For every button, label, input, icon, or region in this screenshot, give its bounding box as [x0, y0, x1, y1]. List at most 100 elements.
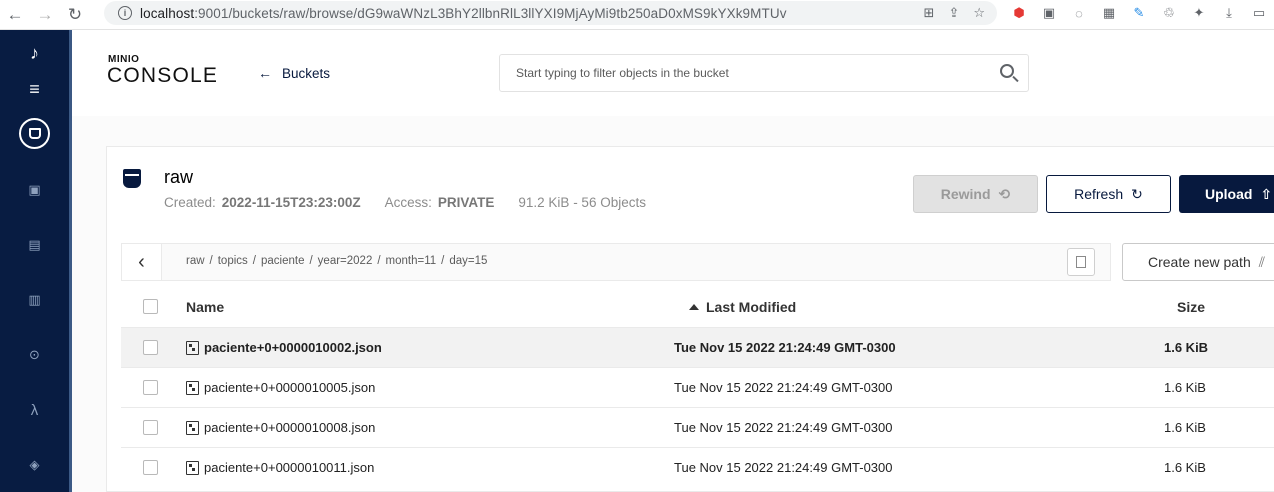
- access-value: PRIVATE: [437, 195, 495, 210]
- breadcrumb: ‹ raw / topics / paciente / year=2022/month=11…: [121, 243, 1111, 281]
- back-link-label: Buckets: [282, 65, 331, 81]
- file-size: 1.6 KiB: [1164, 420, 1206, 435]
- table-row[interactable]: paciente+0+0000010008.json Tue Nov 15 20…: [121, 407, 1274, 447]
- breadcrumb-path: raw / topics / paciente / year=2022/month=11/d…: [186, 255, 488, 267]
- menu-icon[interactable]: ≡: [0, 74, 69, 104]
- adblock-extension-icon[interactable]: ⬢: [1010, 4, 1028, 22]
- diagnostics-icon[interactable]: ⊙: [0, 340, 69, 370]
- reload-icon[interactable]: ↻: [60, 0, 90, 30]
- created-value: 2022-11-15T23:23:00Z: [221, 195, 361, 210]
- rewind-label: Rewind: [940, 186, 991, 202]
- bucket-icon: [123, 169, 141, 188]
- feather-extension-icon[interactable]: ✎: [1130, 4, 1148, 22]
- identity-icon[interactable]: ▣: [0, 175, 69, 205]
- table-header: Name Last Modified Size: [121, 287, 1274, 325]
- bookmark-star-icon[interactable]: ☆: [973, 5, 985, 21]
- forward-arrow-icon[interactable]: →: [30, 0, 60, 30]
- tiers-icon[interactable]: ◈: [0, 450, 69, 480]
- back-arrow-icon[interactable]: ←: [0, 0, 30, 30]
- row-checkbox[interactable]: [143, 380, 158, 395]
- upload-button[interactable]: Upload ⇧: [1179, 175, 1274, 213]
- new-folder-icon: ⫽: [1258, 253, 1265, 270]
- left-sidebar: ♪ ≡ ▣ ▤ ▥ ⊙ λ ◈: [0, 30, 72, 492]
- minio-bird-logo-icon[interactable]: ♪: [0, 38, 69, 68]
- created-label: Created:: [164, 195, 216, 210]
- file-icon: [186, 340, 199, 355]
- table-row[interactable]: paciente+0+0000010002.json Tue Nov 15 20…: [121, 327, 1274, 367]
- search-input[interactable]: [516, 66, 976, 80]
- access-label: Access:: [384, 195, 432, 210]
- sidebar-toggle-icon[interactable]: ▭: [1250, 4, 1268, 22]
- history-icon: ⟲: [998, 185, 1011, 202]
- copy-path-button[interactable]: [1067, 248, 1095, 276]
- copy-icon: [1076, 256, 1086, 268]
- extension-icon[interactable]: ◌: [1070, 4, 1088, 22]
- object-filter-search[interactable]: [499, 54, 1029, 92]
- address-bar[interactable]: i localhost:9001/buckets/raw/browse/dG9w…: [104, 1, 997, 25]
- refresh-label: Refresh: [1074, 186, 1124, 202]
- file-size: 1.6 KiB: [1164, 460, 1206, 475]
- modified-header-label: Last Modified: [706, 299, 797, 315]
- app-header: MINIO CONSOLE ← Buckets: [72, 30, 1274, 116]
- logo-console: CONSOLE: [107, 64, 219, 87]
- breadcrumb-item[interactable]: raw: [186, 255, 205, 267]
- url-text: localhost:9001/buckets/raw/browse/dG9waW…: [140, 5, 787, 21]
- upload-icon: ⇧: [1260, 185, 1273, 202]
- browser-toolbar: ← → ↻ i localhost:9001/buckets/raw/brows…: [0, 0, 1274, 30]
- monitoring-icon[interactable]: ▥: [0, 285, 69, 315]
- site-info-icon[interactable]: i: [118, 6, 132, 20]
- breadcrumb-item[interactable]: year=2022: [318, 255, 373, 267]
- back-arrow-icon: ←: [258, 65, 272, 81]
- last-modified: Tue Nov 15 2022 21:24:49 GMT-0300: [674, 460, 893, 475]
- column-name-header[interactable]: Name: [186, 299, 224, 315]
- file-icon: [186, 460, 199, 475]
- puzzle-extensions-icon[interactable]: ✦: [1190, 4, 1208, 22]
- breadcrumb-item[interactable]: month=11: [386, 255, 437, 267]
- bucket-usage: 91.2 KiB - 56 Objects: [518, 195, 646, 210]
- file-name: paciente+0+0000010005.json: [204, 380, 376, 395]
- file-icon: [186, 380, 199, 395]
- breadcrumb-back-chevron-icon[interactable]: ‹: [122, 244, 162, 280]
- access-icon[interactable]: ▤: [0, 230, 69, 260]
- search-icon[interactable]: [1000, 64, 1014, 78]
- file-name: paciente+0+0000010002.json: [204, 340, 382, 355]
- row-checkbox[interactable]: [143, 460, 158, 475]
- refresh-button[interactable]: Refresh ↻: [1046, 175, 1171, 213]
- row-checkbox[interactable]: [143, 340, 158, 355]
- lambda-icon[interactable]: λ: [0, 395, 69, 425]
- qr-code-icon[interactable]: ▦: [1100, 4, 1118, 22]
- back-to-buckets-link[interactable]: ← Buckets: [258, 65, 330, 81]
- table-row[interactable]: paciente+0+0000010005.json Tue Nov 15 20…: [121, 367, 1274, 407]
- breadcrumb-item[interactable]: paciente: [261, 255, 304, 267]
- breadcrumb-item[interactable]: day=15: [449, 255, 487, 267]
- row-checkbox[interactable]: [143, 420, 158, 435]
- table-row[interactable]: paciente+0+0000010011.json Tue Nov 15 20…: [121, 447, 1274, 487]
- refresh-icon: ↻: [1131, 185, 1143, 202]
- sort-ascending-icon: [689, 304, 699, 310]
- breadcrumb-item[interactable]: topics: [218, 255, 248, 267]
- new-path-label: Create new path: [1148, 254, 1251, 270]
- file-icon: [186, 420, 199, 435]
- bucket-name: raw: [164, 167, 194, 187]
- bucket-meta: Created: 2022-11-15T23:23:00Z Access: PR…: [164, 195, 646, 210]
- last-modified: Tue Nov 15 2022 21:24:49 GMT-0300: [674, 380, 893, 395]
- recycle-extension-icon[interactable]: ♲: [1160, 4, 1178, 22]
- rewind-button[interactable]: Rewind ⟲: [913, 175, 1038, 213]
- download-icon[interactable]: ⤓: [1220, 4, 1238, 22]
- translate-icon[interactable]: ⊞: [924, 5, 935, 21]
- share-icon[interactable]: ⇪: [948, 5, 959, 21]
- file-size: 1.6 KiB: [1164, 380, 1206, 395]
- upload-label: Upload: [1205, 186, 1253, 202]
- create-new-path-button[interactable]: Create new path ⫽: [1122, 243, 1274, 281]
- buckets-icon[interactable]: [19, 118, 50, 149]
- file-name: paciente+0+0000010008.json: [204, 420, 376, 435]
- file-name: paciente+0+0000010011.json: [204, 460, 375, 475]
- column-modified-header[interactable]: Last Modified: [689, 299, 796, 315]
- extension-icon[interactable]: ▣: [1040, 4, 1058, 22]
- select-all-checkbox[interactable]: [143, 299, 158, 314]
- last-modified: Tue Nov 15 2022 21:24:49 GMT-0300: [674, 420, 893, 435]
- bucket-browser-card: raw Created: 2022-11-15T23:23:00Z Access…: [106, 146, 1274, 492]
- file-size: 1.6 KiB: [1164, 340, 1209, 355]
- column-size-header[interactable]: Size: [1177, 299, 1205, 315]
- last-modified: Tue Nov 15 2022 21:24:49 GMT-0300: [674, 340, 896, 355]
